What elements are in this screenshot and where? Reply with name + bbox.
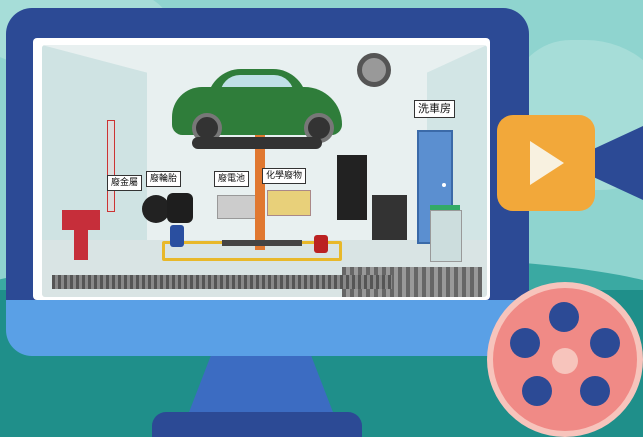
car-lift-arm	[192, 137, 322, 149]
door-knob	[442, 183, 446, 187]
hose-reel-icon	[357, 53, 391, 87]
reel-hole	[522, 376, 552, 406]
wash-machine	[430, 210, 462, 262]
label-carwash: 洗車房	[414, 100, 455, 118]
sink-stand	[74, 230, 88, 260]
monitor-chin	[6, 300, 526, 356]
workbench	[372, 195, 407, 240]
engine-crane	[107, 120, 115, 212]
chemical-shelf	[267, 190, 311, 216]
tire-icon	[142, 195, 170, 223]
gas-cylinder-icon	[170, 225, 184, 247]
monitor-stand-base	[152, 412, 362, 437]
exhaust-extractor	[337, 155, 367, 220]
label-metal: 廢金屬	[107, 175, 143, 191]
floor-drain-channel	[52, 275, 392, 289]
reel-hole	[510, 328, 540, 358]
battery-rack	[217, 195, 259, 219]
label-batteries: 廢電池	[214, 171, 250, 187]
label-chemical: 化學廢物	[262, 168, 307, 184]
garage-illustration: 廢金屬 廢輪胎 廢電池 化學廢物 洗車房	[42, 45, 487, 297]
label-tires: 廢輪胎	[146, 171, 182, 187]
sink	[62, 210, 100, 230]
play-icon	[530, 141, 564, 185]
reel-hole	[580, 376, 610, 406]
red-tank-icon	[314, 235, 328, 253]
reel-center	[552, 348, 578, 374]
car-lift-base	[222, 240, 302, 246]
reel-hole	[549, 302, 579, 332]
tire-stack-icon	[167, 193, 193, 223]
reel-hole	[590, 328, 620, 358]
